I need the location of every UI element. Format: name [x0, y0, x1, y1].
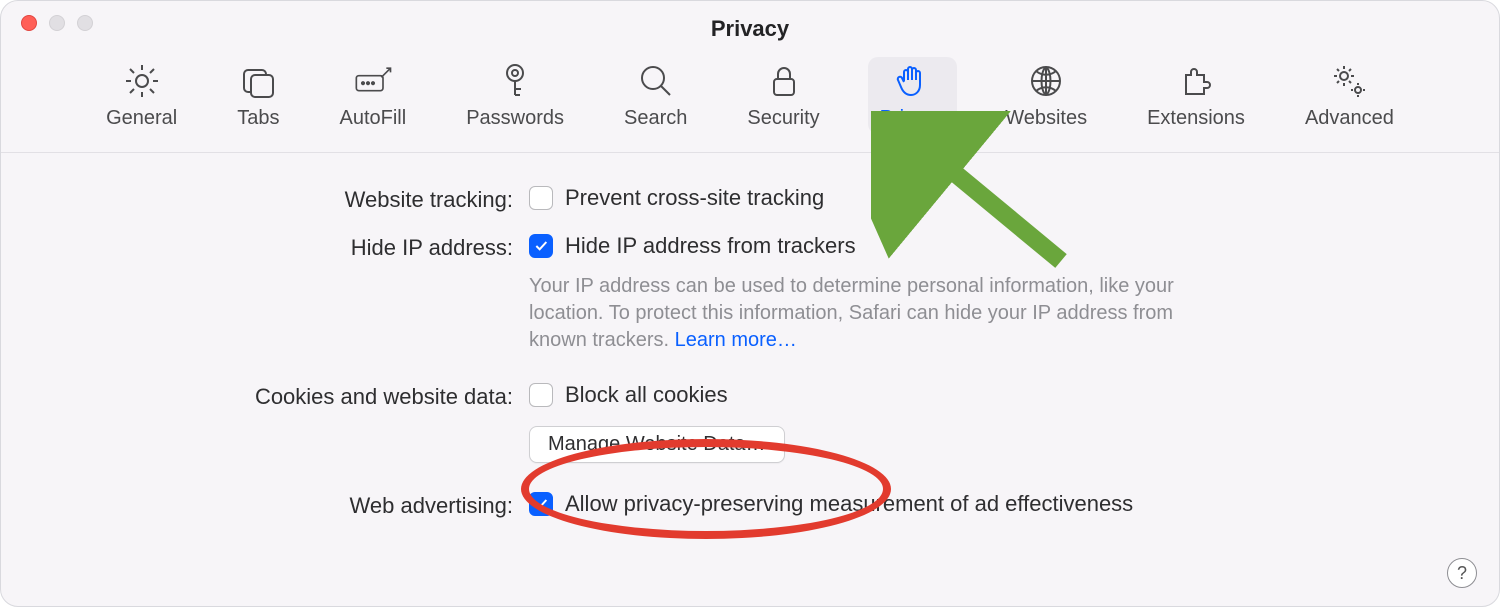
tab-privacy[interactable]: Privacy: [868, 57, 958, 134]
tab-extensions[interactable]: Extensions: [1135, 57, 1257, 134]
preferences-toolbar: General Tabs AutoFill Passwords Search S…: [1, 43, 1499, 153]
tabs-icon: [238, 61, 278, 101]
zoom-window-button[interactable]: [77, 15, 93, 31]
allow-ad-measurement-checkbox[interactable]: [529, 492, 553, 516]
minimize-window-button[interactable]: [49, 15, 65, 31]
titlebar: Privacy: [1, 1, 1499, 43]
web-advertising-row: Web advertising: Allow privacy-preservin…: [49, 491, 1451, 519]
tab-search[interactable]: Search: [612, 57, 699, 134]
gears-icon: [1329, 61, 1369, 101]
tab-label: General: [106, 107, 177, 130]
tab-security[interactable]: Security: [735, 57, 831, 134]
tab-websites[interactable]: Websites: [993, 57, 1099, 134]
hand-icon: [892, 61, 932, 101]
tab-general[interactable]: General: [94, 57, 189, 134]
manage-website-data-button[interactable]: Manage Website Data…: [529, 426, 785, 463]
allow-ad-measurement-label: Allow privacy-preserving measurement of …: [565, 491, 1133, 517]
tab-label: Tabs: [237, 107, 279, 130]
tab-label: Search: [624, 107, 687, 130]
tab-label: Advanced: [1305, 107, 1394, 130]
search-icon: [636, 61, 676, 101]
cookies-row: Cookies and website data: Block all cook…: [49, 382, 1451, 463]
hide-ip-checkbox[interactable]: [529, 234, 553, 258]
window-title: Privacy: [1, 2, 1499, 42]
tab-label: Passwords: [466, 107, 564, 130]
learn-more-link[interactable]: Learn more…: [675, 329, 797, 351]
prevent-tracking-label: Prevent cross-site tracking: [565, 185, 824, 211]
privacy-content: Website tracking: Prevent cross-site tra…: [1, 153, 1499, 539]
key-icon: [495, 61, 535, 101]
hide-ip-label: Hide IP address:: [49, 233, 529, 261]
block-cookies-checkbox[interactable]: [529, 383, 553, 407]
help-button[interactable]: ?: [1447, 558, 1477, 588]
hide-ip-row: Hide IP address: Hide IP address from tr…: [49, 233, 1451, 354]
tab-label: Security: [747, 107, 819, 130]
website-tracking-row: Website tracking: Prevent cross-site tra…: [49, 185, 1451, 213]
tab-label: AutoFill: [339, 107, 406, 130]
autofill-icon: [353, 61, 393, 101]
preferences-window: Privacy General Tabs AutoFill Passwords …: [0, 0, 1500, 607]
hide-ip-checkbox-label: Hide IP address from trackers: [565, 233, 856, 259]
tab-label: Websites: [1005, 107, 1087, 130]
web-advertising-label: Web advertising:: [49, 491, 529, 519]
gear-icon: [122, 61, 162, 101]
tab-label: Extensions: [1147, 107, 1245, 130]
tab-tabs[interactable]: Tabs: [225, 57, 291, 134]
cookies-label: Cookies and website data:: [49, 382, 529, 410]
tab-autofill[interactable]: AutoFill: [327, 57, 418, 134]
tab-label: Privacy: [880, 107, 946, 130]
traffic-lights: [21, 15, 93, 31]
block-cookies-label: Block all cookies: [565, 382, 728, 408]
website-tracking-label: Website tracking:: [49, 185, 529, 213]
lock-icon: [764, 61, 804, 101]
puzzle-icon: [1176, 61, 1216, 101]
tab-advanced[interactable]: Advanced: [1293, 57, 1406, 134]
close-window-button[interactable]: [21, 15, 37, 31]
hide-ip-hint: Your IP address can be used to determine…: [529, 273, 1229, 354]
prevent-tracking-checkbox[interactable]: [529, 186, 553, 210]
globe-icon: [1026, 61, 1066, 101]
tab-passwords[interactable]: Passwords: [454, 57, 576, 134]
